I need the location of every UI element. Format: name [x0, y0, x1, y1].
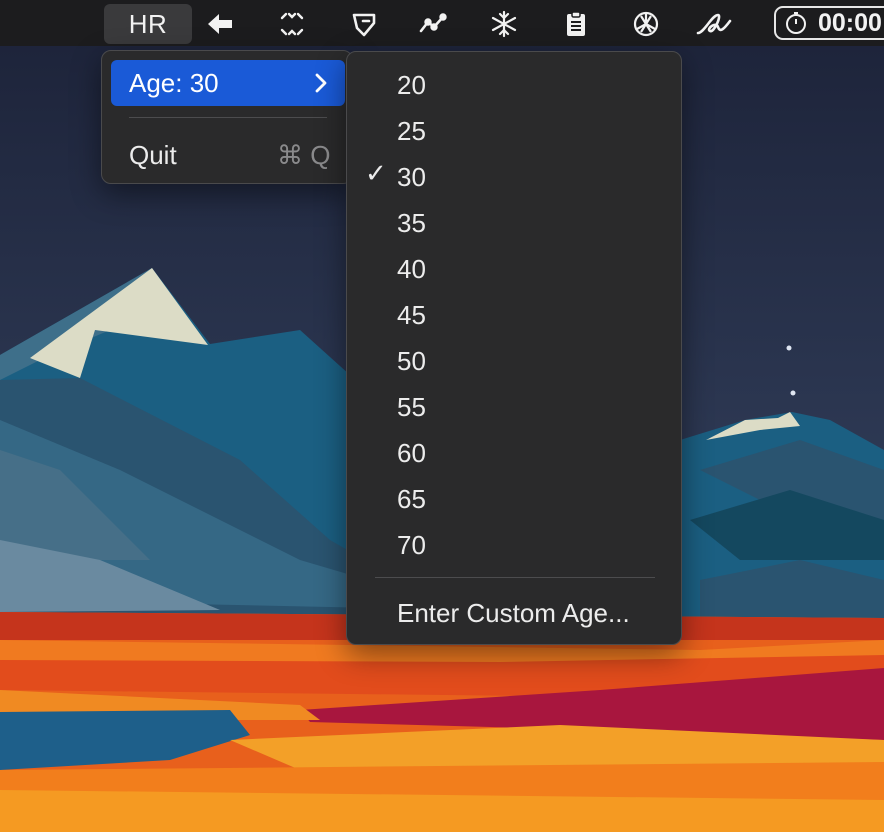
chart-line-icon[interactable]	[410, 4, 454, 44]
chevron-right-icon	[315, 73, 327, 93]
timer-display[interactable]: 00:00	[774, 6, 884, 40]
age-submenu: ✓ 20 25 30 35 40 45 50 55 60 65 70 Enter Custom Ag…	[346, 51, 682, 645]
timer-text: 00:00	[818, 8, 882, 37]
age-option-45[interactable]: 45	[397, 295, 426, 335]
age-option-70[interactable]: 70	[397, 525, 426, 565]
focus-frame-icon[interactable]	[270, 4, 314, 44]
age-option-65[interactable]: 65	[397, 479, 426, 519]
hr-status-item[interactable]: HR	[104, 4, 192, 44]
stopwatch-icon	[786, 12, 806, 34]
menu-separator	[129, 117, 327, 118]
quit-shortcut: ⌘ Q	[277, 139, 331, 170]
openai-icon[interactable]	[624, 4, 668, 44]
quit-menu-item[interactable]: Quit	[129, 135, 177, 175]
checkmark-icon: ✓	[365, 158, 387, 188]
age-option-20[interactable]: 20	[397, 65, 426, 105]
age-option-25[interactable]: 25	[397, 111, 426, 151]
age-option-35[interactable]: 35	[397, 203, 426, 243]
age-menu-label: Age: 30	[129, 67, 219, 98]
age-option-55[interactable]: 55	[397, 387, 426, 427]
custom-age-menu-item[interactable]: Enter Custom Age...	[397, 593, 630, 633]
signature-icon[interactable]	[692, 4, 736, 44]
clipboard-icon[interactable]	[554, 4, 598, 44]
arrow-left-icon[interactable]	[198, 4, 242, 44]
submenu-separator	[375, 577, 655, 578]
age-menu-item[interactable]: Age: 30	[111, 60, 345, 106]
menu-bar: HR 00:00	[0, 0, 884, 46]
tag-tool-icon[interactable]	[342, 4, 386, 44]
hr-menu: Age: 30 Quit ⌘ Q	[101, 50, 353, 184]
age-option-40[interactable]: 40	[397, 249, 426, 289]
age-option-60[interactable]: 60	[397, 433, 426, 473]
age-option-50[interactable]: 50	[397, 341, 426, 381]
snowflake-icon[interactable]	[482, 4, 526, 44]
age-option-30[interactable]: 30	[397, 157, 426, 197]
